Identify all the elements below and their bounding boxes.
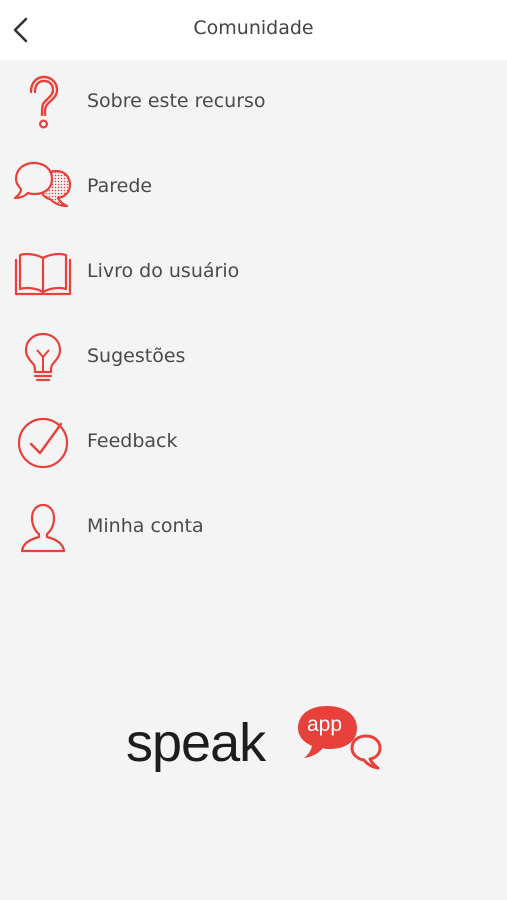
menu-item-feedback[interactable]: Feedback <box>0 400 507 485</box>
menu-item-label: Sobre este recurso <box>87 90 266 112</box>
question-icon <box>12 72 74 134</box>
logo-wordmark: speak <box>126 713 266 773</box>
menu-item-sobre-este-recurso[interactable]: Sobre este recurso <box>0 60 507 145</box>
chat-bubbles-icon <box>12 157 74 219</box>
menu-item-sugestoes[interactable]: Sugestões <box>0 315 507 400</box>
menu-item-label: Sugestões <box>87 345 186 367</box>
community-menu: Sobre este recurso Parede Livro do usuár… <box>0 60 507 570</box>
menu-item-parede[interactable]: Parede <box>0 145 507 230</box>
header-bar: Comunidade <box>0 0 507 60</box>
menu-item-label: Feedback <box>87 430 178 452</box>
menu-item-label: Livro do usuário <box>87 260 240 282</box>
user-icon <box>12 497 74 559</box>
lightbulb-icon <box>12 327 74 389</box>
logo-badge-text: app <box>307 713 343 736</box>
page-title: Comunidade <box>193 17 314 39</box>
book-icon <box>12 242 74 304</box>
checkmark-circle-icon <box>12 412 74 474</box>
menu-item-minha-conta[interactable]: Minha conta <box>0 485 507 570</box>
speakapp-logo: speak app <box>120 700 390 780</box>
menu-item-label: Minha conta <box>87 515 204 537</box>
menu-item-label: Parede <box>87 175 153 197</box>
menu-item-livro-do-usuario[interactable]: Livro do usuário <box>0 230 507 315</box>
